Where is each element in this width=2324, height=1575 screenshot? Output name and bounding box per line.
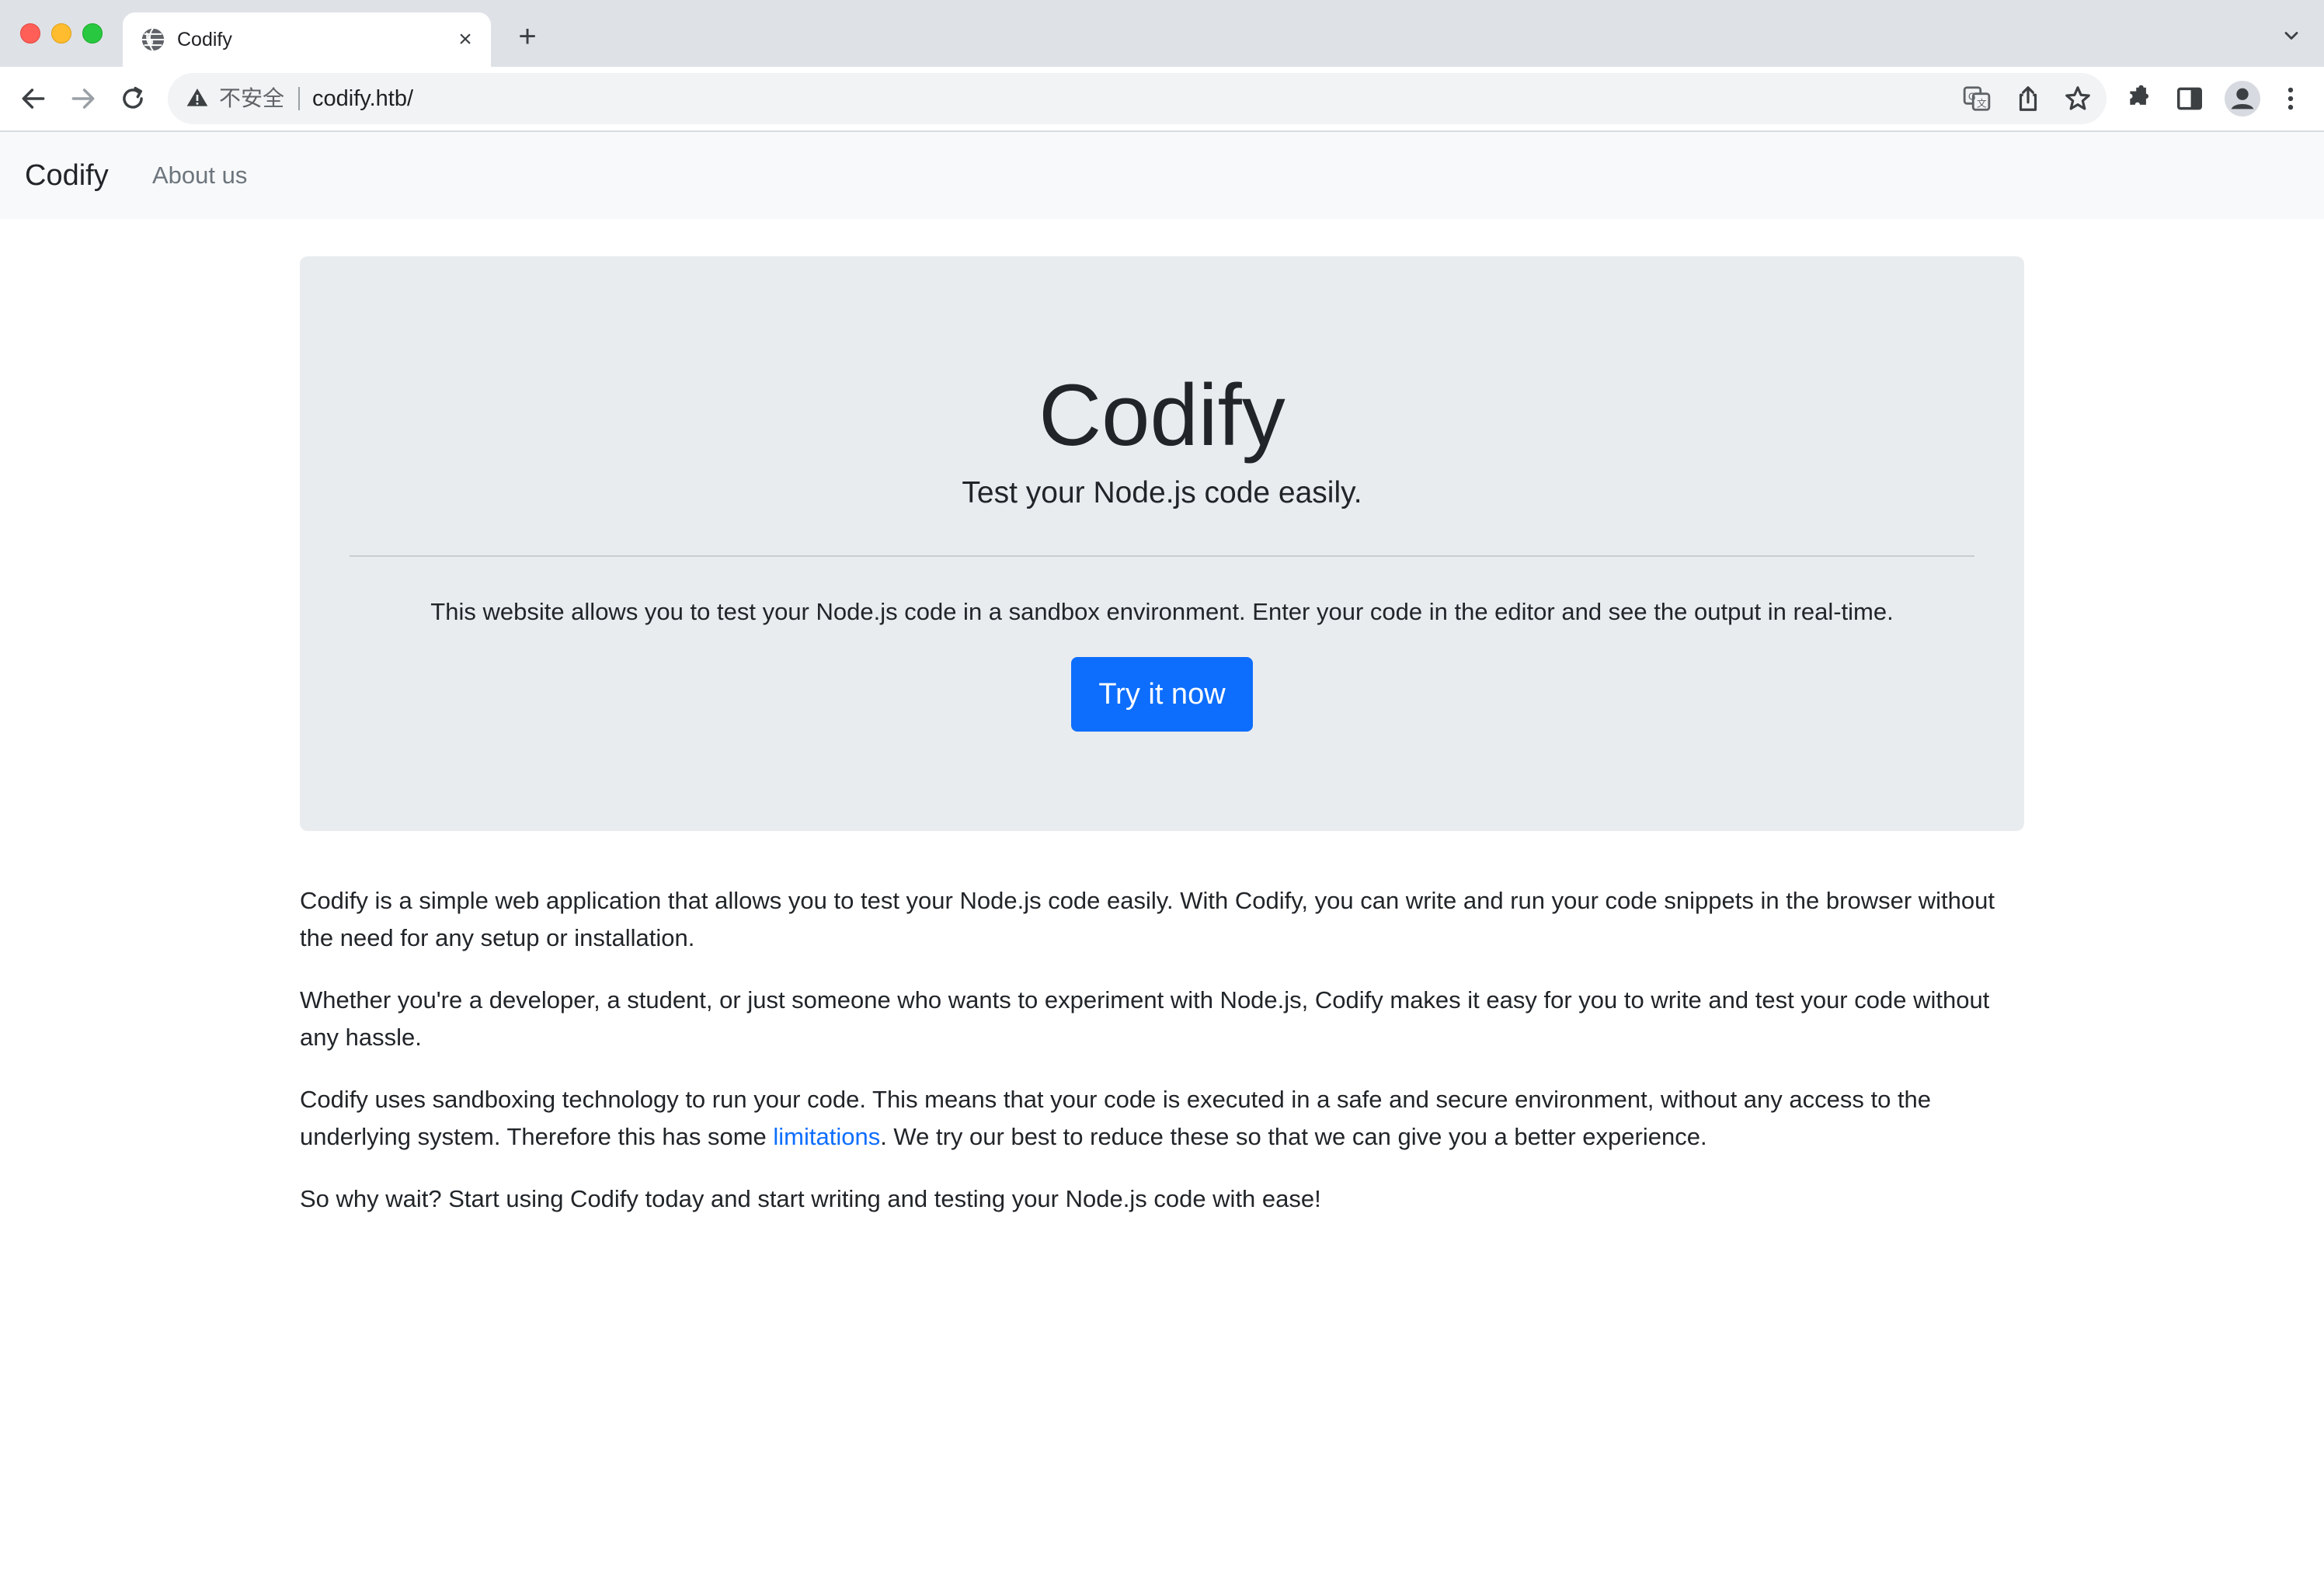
limitations-link[interactable]: limitations xyxy=(773,1123,880,1150)
profile-icon[interactable] xyxy=(2225,81,2260,116)
forward-arrow-icon[interactable] xyxy=(68,84,98,113)
svg-text:文: 文 xyxy=(1977,97,1987,109)
hero-title: Codify xyxy=(1038,367,1286,464)
intro-paragraph: Codify is a simple web application that … xyxy=(300,887,1995,951)
person-icon xyxy=(2231,88,2254,110)
url-text[interactable]: codify.htb/ xyxy=(312,73,413,124)
try-it-now-button[interactable]: Try it now xyxy=(1071,657,1253,732)
omnibox-divider xyxy=(298,87,300,110)
star-icon[interactable] xyxy=(2063,84,2093,113)
plus-icon[interactable]: + xyxy=(513,21,542,52)
svg-text:G: G xyxy=(1968,91,1976,103)
site-navbar: Codify About us xyxy=(0,132,2324,219)
close-icon[interactable]: × xyxy=(452,26,478,53)
hero-jumbotron: Codify Test your Node.js code easily. Th… xyxy=(300,256,2024,831)
translate-icon[interactable]: G 文 xyxy=(1962,84,1992,113)
extensions-icon[interactable] xyxy=(2125,84,2155,113)
window-close-button[interactable] xyxy=(20,23,40,43)
globe-icon xyxy=(141,28,165,51)
tab-title: Codify xyxy=(177,29,232,50)
hero-lead: Test your Node.js code easily. xyxy=(962,476,1362,509)
window-zoom-button[interactable] xyxy=(82,23,103,43)
tab-strip: Codify × + xyxy=(0,0,2324,67)
more-vert-icon[interactable] xyxy=(2276,84,2305,113)
reload-icon[interactable] xyxy=(118,84,148,113)
browser-tab-active[interactable]: Codify × xyxy=(123,12,491,67)
window-minimize-button[interactable] xyxy=(51,23,71,43)
side-panel-icon[interactable] xyxy=(2175,84,2204,113)
hero-description: This website allows you to test your Nod… xyxy=(430,598,1894,625)
share-icon[interactable] xyxy=(2013,84,2043,113)
address-bar[interactable]: 不安全 codify.htb/ G 文 xyxy=(168,73,2107,124)
audience-paragraph: Whether you're a developer, a student, o… xyxy=(300,986,1990,1051)
security-label[interactable]: 不安全 xyxy=(219,73,284,124)
browser-toolbar: 不安全 codify.htb/ G 文 xyxy=(0,67,2324,132)
chevron-down-icon[interactable] xyxy=(2281,25,2302,47)
sandbox-text-after: . We try our best to reduce these so tha… xyxy=(880,1123,1707,1150)
hero-divider xyxy=(350,555,1974,557)
navbar-brand[interactable]: Codify xyxy=(25,132,109,219)
back-arrow-icon[interactable] xyxy=(19,84,48,113)
main-content: Codify is a simple web application that … xyxy=(300,882,2030,1243)
nav-link-about-us[interactable]: About us xyxy=(152,132,247,219)
call-to-action-paragraph: So why wait? Start using Codify today an… xyxy=(300,1185,1321,1212)
sandbox-paragraph: Codify uses sandboxing technology to run… xyxy=(300,1081,2030,1156)
warning-icon[interactable] xyxy=(185,85,210,110)
